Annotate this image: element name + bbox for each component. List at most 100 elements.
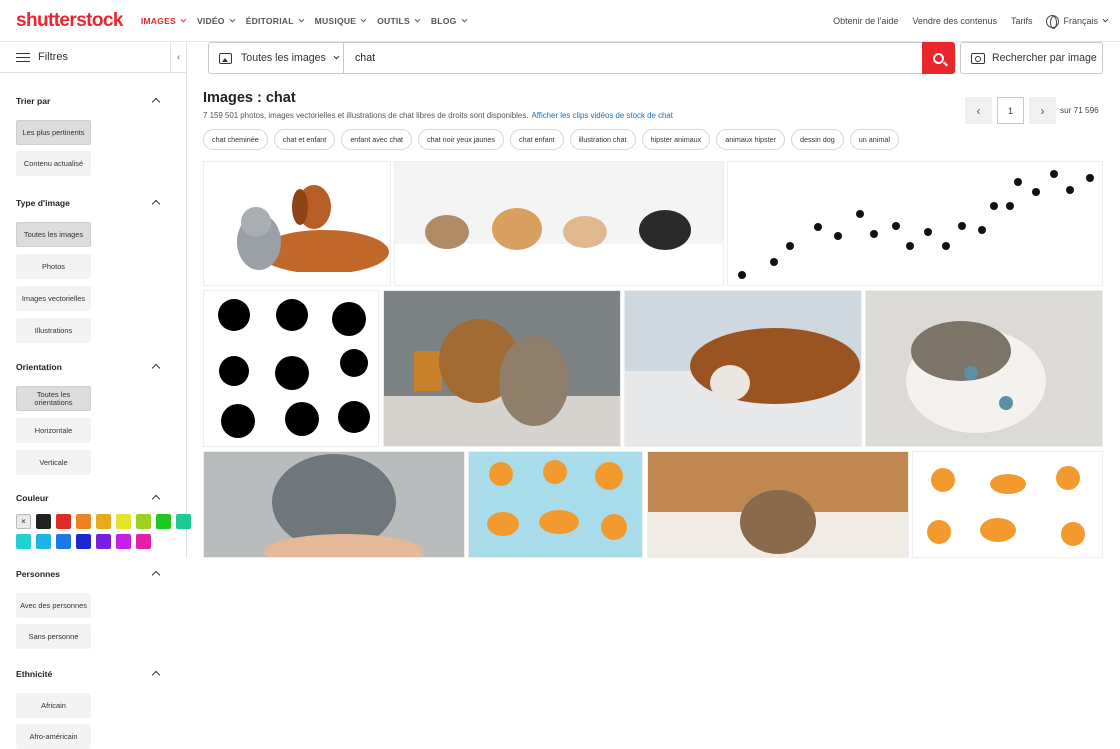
related-chip[interactable]: chat et enfant [273,129,336,150]
top-nav: shutterstock IMAGES VIDÉO ÉDITORIAL MUSI… [0,0,1120,42]
related-chip[interactable]: animaux hipster [716,129,786,150]
chevron-down-icon [333,53,340,60]
color-swatch[interactable] [96,514,111,529]
people-with[interactable]: Avec des personnes [16,593,91,618]
color-swatch[interactable] [176,514,191,529]
related-chip[interactable]: hipster animaux [641,129,711,150]
utility-nav: Obtenir de l'aide Vendre des contenus Ta… [819,0,1109,42]
nav-music[interactable]: MUSIQUE [315,16,367,26]
orientation-title: Orientation [16,362,62,372]
search-button[interactable] [922,42,955,74]
related-chip[interactable]: chat cheminée [203,129,268,150]
color-swatch[interactable] [116,534,131,549]
color-swatch[interactable] [36,514,51,529]
prev-page-button[interactable]: ‹ [965,97,992,124]
page-title: Images : chat [203,90,296,106]
ethnicity-section: Ethnicité Africain Afro-américain [0,667,186,749]
next-page-button[interactable]: › [1029,97,1056,124]
dog-and-kitten-photo [625,291,861,446]
help-link[interactable]: Obtenir de l'aide [833,16,898,26]
related-chip[interactable]: dessin dog [791,129,844,150]
chevron-down-icon [360,16,367,22]
result-image-black-cats[interactable] [203,290,379,447]
ethnicity-african[interactable]: Africain [16,693,91,718]
language-selector[interactable]: Français [1046,14,1109,29]
type-illustrations[interactable]: Illustrations [16,318,91,343]
color-swatch[interactable] [156,514,171,529]
video-clips-link[interactable]: Afficher les clips vidéos de stock de ch… [531,111,673,120]
search-by-image-button[interactable]: Rechercher par image [960,42,1103,74]
color-swatches: × [16,514,191,549]
result-image-cartoon-cats-blue[interactable] [468,451,643,558]
result-image-tabby-cat[interactable] [647,451,909,558]
results-summary: 7 159 501 photos, images vectorielles et… [203,111,673,120]
sell-link[interactable]: Vendre des contenus [912,16,997,26]
chevron-down-icon [229,16,235,22]
image-icon [219,52,232,64]
sort-most-relevant[interactable]: Les plus pertinents [16,120,91,145]
people-section: Personnes Avec des personnes Sans person… [0,567,186,649]
type-photos[interactable]: Photos [16,254,91,279]
result-image-kitten-closeup[interactable] [865,290,1103,447]
chevron-down-icon [180,16,187,22]
pagination: ‹ 1 › sur 71 596 [965,97,1099,124]
color-swatch[interactable] [16,534,31,549]
related-chip[interactable]: illustration chat [569,129,636,150]
color-swatch[interactable] [76,514,91,529]
color-swatch[interactable] [56,514,71,529]
pricing-link[interactable]: Tarifs [1011,16,1033,26]
result-image-pets-banner[interactable] [394,161,724,286]
orientation-section: Orientation Toutes les orientations Hori… [0,360,186,475]
chevron-down-icon [298,16,304,22]
type-all-images[interactable]: Toutes les images [16,222,91,247]
nav-editorial[interactable]: ÉDITORIAL [246,16,304,26]
orientation-all[interactable]: Toutes les orientations [16,386,91,411]
related-chip[interactable]: un animal [849,129,899,150]
sliders-icon [16,52,30,63]
chevron-down-icon [1102,17,1109,23]
color-swatch-none[interactable]: × [16,514,31,529]
kitten-lying-photo [906,321,1046,433]
color-swatch[interactable] [76,534,91,549]
shutterstock-logo[interactable]: shutterstock [16,10,123,32]
nav-tools[interactable]: OUTILS [377,16,421,26]
result-image-paw-prints[interactable] [727,161,1103,286]
search-input[interactable] [344,43,922,73]
sort-fresh-content[interactable]: Contenu actualisé [16,151,91,176]
page-number-input[interactable]: 1 [997,97,1024,124]
collapse-sidebar-button[interactable]: ‹ [170,42,186,73]
result-image-cartoon-cats-white[interactable] [912,451,1103,558]
image-type-section: Type d'image Toutes les images Photos Im… [0,196,186,343]
result-image-cat-and-dog[interactable] [203,161,391,286]
color-swatch[interactable] [56,534,71,549]
color-section: Couleur × [0,491,191,549]
related-chip[interactable]: chat noir yeux jaunes [418,129,504,150]
ethnicity-african-american[interactable]: Afro-américain [16,724,91,749]
color-swatch[interactable] [96,534,111,549]
orientation-horizontal[interactable]: Horizontale [16,418,91,443]
color-swatch[interactable] [36,534,51,549]
image-type-title: Type d'image [16,198,70,208]
black-cat-silhouettes-illustration [218,299,370,438]
color-swatch[interactable] [136,534,151,549]
shepherd-dog-cat-photo [384,291,620,446]
related-chip[interactable]: chat enfant [510,129,564,150]
orientation-vertical[interactable]: Verticale [16,450,91,475]
result-image-shepherd-cat[interactable] [383,290,621,447]
grey-cat-hand-photo [264,454,424,557]
filters-header[interactable]: Filtres ‹ [0,42,186,73]
nav-images[interactable]: IMAGES [141,16,187,26]
related-chip[interactable]: enfant avec chat [341,129,413,150]
nav-blog[interactable]: BLOG [431,16,467,26]
tabby-cat-bed-photo [648,452,908,557]
image-type-dropdown[interactable]: Toutes les images [209,43,344,73]
result-image-grey-cat[interactable] [203,451,465,558]
nav-video[interactable]: VIDÉO [197,16,235,26]
result-image-dog-kitten[interactable] [624,290,862,447]
type-vectors[interactable]: Images vectorielles [16,286,91,311]
people-without[interactable]: Sans personne [16,624,91,649]
filters-sidebar: Filtres ‹ Trier par Les plus pertinents … [0,42,191,749]
cartoon-orange-cats-illustration [487,460,627,540]
color-swatch[interactable] [116,514,131,529]
color-swatch[interactable] [136,514,151,529]
